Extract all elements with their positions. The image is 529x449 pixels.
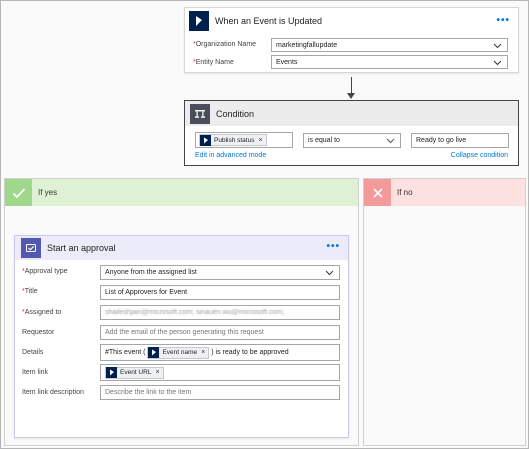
org-name-label: *Organization Name bbox=[193, 41, 257, 48]
remove-token-icon[interactable]: × bbox=[201, 349, 205, 356]
if-no-branch: If no bbox=[363, 178, 526, 446]
dynamics-icon bbox=[189, 11, 209, 31]
org-name-dropdown[interactable]: marketingfallupdate bbox=[271, 38, 508, 52]
entity-name-dropdown[interactable]: Events bbox=[271, 55, 508, 69]
if-no-header[interactable]: If no bbox=[364, 179, 525, 206]
approval-menu-icon[interactable]: ••• bbox=[326, 241, 340, 252]
flow-canvas: When an Event is Updated ••• *Organizati… bbox=[0, 0, 529, 449]
approval-card[interactable]: Start an approval ••• *Approval type Any… bbox=[14, 235, 349, 438]
approval-type-dropdown[interactable]: Anyone from the assigned list bbox=[100, 265, 340, 280]
remove-token-icon[interactable]: × bbox=[258, 137, 262, 144]
condition-header[interactable]: Condition bbox=[185, 101, 518, 126]
connector-arrow-icon bbox=[347, 93, 355, 99]
assigned-to-input[interactable]: shaileshjain@microsoft.com; sinauen.wu@m… bbox=[100, 305, 340, 320]
close-icon bbox=[364, 179, 391, 206]
dynamics-icon bbox=[106, 367, 117, 378]
dynamics-icon bbox=[200, 134, 211, 146]
item-link-description-input[interactable]: Describe the link to the item bbox=[100, 385, 340, 400]
condition-left-operand[interactable]: Publish status × bbox=[195, 132, 293, 148]
details-input[interactable]: #This event ( Event name × ) is ready to… bbox=[100, 344, 340, 361]
event-url-token[interactable]: Event URL × bbox=[105, 366, 164, 379]
approval-title: Start an approval bbox=[47, 243, 116, 253]
approval-type-label: *Approval type bbox=[22, 268, 68, 275]
item-link-label: Item link bbox=[22, 369, 49, 376]
condition-title: Condition bbox=[216, 108, 255, 119]
trigger-header[interactable]: When an Event is Updated bbox=[185, 8, 518, 34]
event-name-token[interactable]: Event name × bbox=[147, 346, 210, 359]
entity-name-label: *Entity Name bbox=[193, 59, 234, 66]
dynamics-icon bbox=[148, 347, 160, 358]
check-icon bbox=[5, 179, 32, 206]
condition-value-input[interactable]: Ready to go live bbox=[411, 133, 509, 148]
condition-card[interactable]: Condition Publish status × is equal to R… bbox=[184, 100, 519, 166]
title-label: *Title bbox=[22, 288, 38, 295]
assigned-to-label: *Assigned to bbox=[22, 309, 62, 316]
approval-icon bbox=[21, 238, 41, 258]
item-link-description-label: Item link description bbox=[22, 389, 84, 396]
condition-operator-dropdown[interactable]: is equal to bbox=[303, 133, 401, 148]
details-label: Details bbox=[22, 349, 44, 356]
title-input[interactable]: List of Approvers for Event bbox=[100, 285, 340, 300]
remove-token-icon[interactable]: × bbox=[155, 369, 159, 376]
item-link-input[interactable]: Event URL × bbox=[100, 364, 340, 381]
chevron-down-icon bbox=[493, 43, 502, 49]
publish-status-token[interactable]: Publish status × bbox=[199, 134, 267, 146]
trigger-menu-icon[interactable]: ••• bbox=[496, 15, 510, 26]
edit-advanced-mode-link[interactable]: Edit in advanced mode bbox=[195, 152, 266, 159]
approval-header[interactable]: Start an approval bbox=[15, 236, 348, 260]
condition-icon bbox=[190, 103, 210, 124]
if-no-title: If no bbox=[397, 188, 413, 197]
chevron-down-icon bbox=[493, 60, 502, 66]
trigger-card[interactable]: When an Event is Updated ••• *Organizati… bbox=[184, 7, 519, 73]
chevron-down-icon bbox=[386, 138, 395, 144]
requestor-input[interactable]: Add the email of the person generating t… bbox=[100, 325, 340, 340]
requestor-label: Requestor bbox=[22, 329, 55, 336]
chevron-down-icon bbox=[325, 270, 334, 276]
trigger-title: When an Event is Updated bbox=[215, 16, 323, 26]
if-yes-header[interactable]: If yes bbox=[5, 179, 358, 206]
collapse-condition-link[interactable]: Collapse condition bbox=[451, 152, 508, 159]
if-yes-title: If yes bbox=[38, 188, 58, 197]
